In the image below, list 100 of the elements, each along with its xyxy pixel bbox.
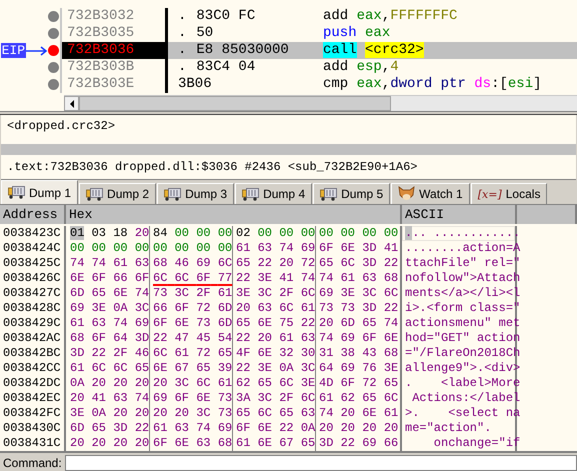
bytes-text: E8 85030000 (196, 42, 289, 59)
hex-cell: 65 6C 65 63 (233, 406, 316, 421)
hex-cell-text: 6F 6E 3D 41 (318, 241, 399, 256)
address-text: 732B303E (67, 76, 134, 92)
hex-cell: 6F 6E 73 6D (150, 316, 233, 331)
bytes-text: 50 (196, 25, 214, 42)
hex-cell: 20 3C 6C 61 (150, 376, 233, 391)
info-text: .text:732B3036 dropped.dll:$3036 #2436 <sub_732B2E90+1A6> (6, 159, 418, 175)
hex-cell-text: 3D 22 69 66 (318, 436, 399, 451)
address-cell: 0038424C (0, 241, 66, 256)
breakpoint-dot[interactable] (48, 28, 59, 39)
hex-cell: 20 20 3C 73 (150, 406, 233, 421)
ascii-cell: nofollow">Attach (402, 271, 517, 286)
address-cell: 003842AC (0, 331, 66, 346)
command-field[interactable] (64, 455, 577, 471)
column-header[interactable]: ASCII (402, 205, 517, 224)
hex-cell: 69 3E 0A 3C (67, 301, 150, 316)
hex-cell: 3A 3C 2F 6C (233, 391, 316, 406)
jump-mark: . (178, 59, 186, 76)
ascii-cell: Actions:</label (402, 391, 517, 406)
scroll-left-button[interactable] (64, 96, 79, 111)
hex-cell: 6D 65 6E 74 (67, 286, 150, 301)
hex-cell: 20 63 6C 61 (233, 301, 316, 316)
ascii-cell: actionsmenu" met (402, 316, 517, 331)
hex-cell: 22 3E 41 74 (233, 271, 316, 286)
ascii-cell: ... ............ (402, 226, 517, 241)
hex-cell-text: 61 62 65 6C (318, 391, 399, 406)
eip-label: EIP (0, 43, 26, 58)
hex-cell: 61 63 74 69 (150, 421, 233, 436)
hex-cell: 6C 61 72 65 (150, 346, 233, 361)
hex-cell: 69 6F 6E 73 (150, 391, 233, 406)
hex-cell-text: 31 38 43 68 (318, 346, 399, 361)
hex-cell-text: 69 3E 3C 6C (318, 286, 399, 301)
instruction-text: add eax,FFFFFFFC (323, 8, 458, 24)
instruction-text: add esp,4 (323, 59, 399, 75)
address-cell: 003842BC (0, 346, 66, 361)
hex-cell: 00 00 00 00 (67, 241, 150, 256)
hex-cell: 61 6C 6C 65 (67, 361, 150, 376)
hex-cell: 65 22 20 72 (233, 256, 316, 271)
jump-mark: . (178, 25, 186, 42)
hex-cell: 00 00 00 00 (150, 241, 233, 256)
address-cell: 003842FC (0, 406, 66, 421)
address-text: 732B3032 (67, 8, 134, 24)
hex-cell: 84 00 00 00 (150, 226, 233, 241)
hex-cell: 0A 20 20 20 (67, 376, 150, 391)
ascii-cell: ="/FlareOn2018Ch (402, 346, 517, 361)
hex-cell: 22 20 61 63 (233, 331, 316, 346)
ascii-cell: hod="GET" action (402, 331, 517, 346)
tab[interactable]: Dump 2 (79, 183, 156, 204)
address-cell: 003842DC (0, 376, 66, 391)
tab[interactable]: Dump 5 (313, 183, 390, 204)
hex-cell-text: 74 61 63 68 (318, 271, 399, 286)
tab[interactable]: [x=] Locals (470, 183, 548, 204)
truck-icon (8, 186, 25, 199)
address-cell: 0038430C (0, 421, 66, 436)
tab[interactable]: Dump 3 (157, 183, 234, 204)
instruction-text: cmp eax,dword ptr ds:[esi] (323, 76, 542, 92)
breakpoint-dot[interactable] (48, 62, 59, 73)
truck-icon (242, 188, 260, 200)
scroll-thumb[interactable] (79, 96, 391, 111)
address-text: 732B303B (67, 59, 134, 75)
instruction-text: push eax (323, 25, 390, 41)
truck-icon (164, 188, 182, 200)
hex-cell: 68 6F 64 3D (67, 331, 150, 346)
ascii-cell: ments</a></li><l (402, 286, 517, 301)
variable-icon: [x=] (478, 188, 502, 200)
hex-cell: 4F 6E 32 30 (233, 346, 316, 361)
hex-cell-text: 00 00 00 00 (318, 226, 399, 241)
instruction-text: call <crc32> (323, 42, 424, 58)
address-cell: 003842CC (0, 361, 66, 376)
hex-cell: 6D 65 3D 22 (67, 421, 150, 436)
hex-cell: 61 63 74 69 (233, 241, 316, 256)
address-cell: 0038427C (0, 286, 66, 301)
breakpoint-dot[interactable] (48, 11, 59, 22)
column-header[interactable]: Address (0, 205, 66, 224)
tab[interactable]: Dump 4 (235, 183, 312, 204)
breakpoint-dot[interactable] (48, 45, 59, 56)
command-label: Command: (2, 455, 63, 471)
bytes-text: 83C0 FC (196, 8, 256, 25)
hex-cell: 6F 6E 22 0A (233, 421, 316, 436)
hex-cell: 01 03 18 20 (67, 226, 150, 241)
address-cell: 0038426C (0, 271, 66, 286)
jump-mark: . (178, 42, 186, 59)
breakpoint-dot[interactable] (48, 79, 59, 90)
info-text: <dropped.crc32> (6, 118, 116, 134)
address-text: 732B3036 (67, 42, 134, 58)
address-cell: 0038425C (0, 256, 66, 271)
hex-cell: 20 41 63 74 (67, 391, 150, 406)
hex-cell-text: 74 69 6F 6E (318, 331, 399, 346)
scrollbar-track[interactable] (64, 95, 577, 111)
jump-mark: . (178, 8, 186, 25)
hex-cell-text: 20 6D 65 74 (318, 316, 399, 331)
tab[interactable]: Watch 1 (391, 183, 470, 204)
tab[interactable]: Dump 1 (1, 180, 78, 204)
ascii-cell: . <label>More (402, 376, 517, 391)
animal-head-icon (398, 186, 416, 202)
hex-cell: 61 63 74 69 (67, 316, 150, 331)
hex-cell: 74 74 61 63 (67, 256, 150, 271)
address-cell: 0038423C (0, 226, 66, 241)
hex-cell: 73 3C 2F 61 (150, 286, 233, 301)
